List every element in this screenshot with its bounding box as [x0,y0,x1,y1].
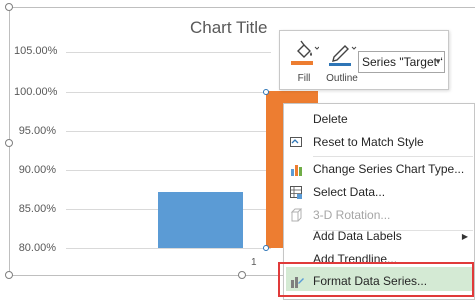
menu-item-change-series-chart-type[interactable]: Change Series Chart Type... [284,158,474,181]
menu-item-select-data[interactable]: Select Data... [284,181,474,204]
series-selector-dropdown[interactable]: Series "Target ‘ ▼ [358,51,445,73]
fill-button-label: Fill [297,73,311,84]
gridline [66,52,271,53]
menu-item-label: Select Data... [313,185,386,199]
menu-item-label: Reset to Match Style [313,135,424,149]
paint-bucket-icon [291,40,319,65]
submenu-arrow-icon: ▶ [461,232,468,241]
menu-separator [313,156,473,157]
menu-item-label: Delete [313,112,348,126]
y-axis-tick-label: 105.00% [14,45,58,57]
y-axis-tick-label: 85.00% [18,203,56,215]
pen-outline-icon [329,45,357,66]
menu-item-label: Change Series Chart Type... [313,162,465,176]
outline-button[interactable]: Outline [324,35,360,87]
gridline [66,131,271,132]
menu-item-3d-rotation: 3-D Rotation... [284,204,474,227]
chart-type-icon [291,165,302,176]
outline-button-label: Outline [326,73,358,84]
gridline [66,170,271,171]
select-data-icon [290,186,302,199]
series-selector-value: Series "Target ‘ [362,55,443,69]
data-bar-series-1[interactable] [158,192,243,248]
x-axis-category-label: 1 [251,257,257,268]
callout-highlight-box [278,262,474,297]
gridline [66,92,271,93]
y-axis-tick-label: 100.00% [14,86,58,98]
fill-button[interactable]: Fill [286,35,322,87]
chevron-down-icon: ▼ [434,57,442,66]
menu-item-reset-to-match-style[interactable]: Reset to Match Style [284,131,474,154]
bar-selection-handle[interactable] [263,245,269,251]
menu-item-delete[interactable]: Delete [284,108,474,131]
gridline [66,248,271,249]
3d-rotation-icon [290,208,303,222]
menu-item-add-data-labels[interactable]: Add Data Labels ▶ [284,225,474,248]
y-axis-tick-label: 90.00% [18,164,56,176]
y-axis-tick-label: 95.00% [18,125,56,137]
reset-style-icon [290,137,302,147]
bar-selection-handle[interactable] [263,89,269,95]
menu-item-label: 3-D Rotation... [313,208,391,222]
menu-item-label: Add Data Labels [313,229,402,243]
mini-format-toolbar: Fill Outline Series "Target ‘ ▼ [279,30,449,90]
y-axis-tick-label: 80.00% [18,242,56,254]
